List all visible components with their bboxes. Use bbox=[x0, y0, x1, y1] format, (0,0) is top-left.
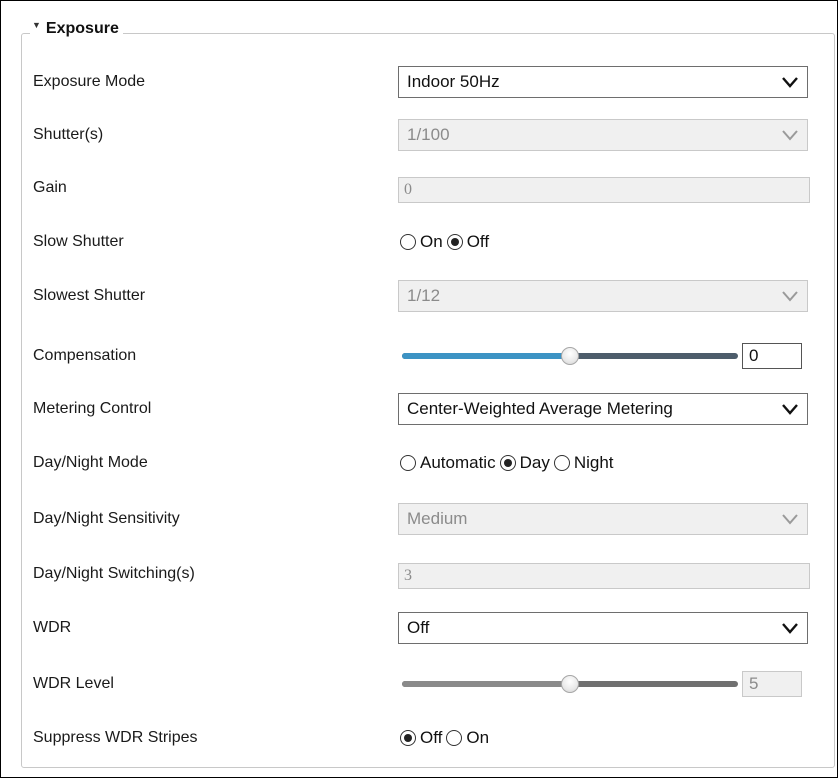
day-night-mode-radio-group: Automatic Day Night bbox=[400, 453, 618, 473]
slow-shutter-on-label[interactable]: On bbox=[420, 232, 443, 252]
compensation-slider[interactable] bbox=[402, 347, 738, 365]
wdr-level-slider-thumb[interactable] bbox=[561, 675, 579, 693]
suppress-wdr-stripes-row: Suppress WDR Stripes Off On bbox=[0, 718, 838, 758]
compensation-slider-thumb[interactable] bbox=[561, 347, 579, 365]
gain-input[interactable]: 0 bbox=[398, 177, 810, 203]
slow-shutter-radio-group: On Off bbox=[400, 232, 493, 252]
shutter-label: Shutter(s) bbox=[33, 126, 104, 143]
slow-shutter-label: Slow Shutter bbox=[33, 233, 124, 250]
slowest-shutter-row: Slowest Shutter 1/12 bbox=[0, 276, 838, 316]
compensation-slider-fill bbox=[402, 353, 570, 359]
section-title: Exposure bbox=[45, 20, 119, 37]
section-header[interactable]: ▼ Exposure bbox=[30, 20, 123, 38]
exposure-mode-label: Exposure Mode bbox=[33, 73, 146, 90]
day-night-day-label[interactable]: Day bbox=[520, 453, 550, 473]
day-night-sensitivity-select[interactable]: Medium bbox=[398, 503, 808, 535]
wdr-select[interactable]: Off bbox=[398, 612, 808, 644]
shutter-select[interactable]: 1/100 bbox=[398, 119, 808, 151]
chevron-down-icon bbox=[782, 623, 798, 634]
slow-shutter-off-label[interactable]: Off bbox=[467, 232, 489, 252]
metering-control-value: Center-Weighted Average Metering bbox=[407, 399, 673, 418]
collapse-triangle-icon[interactable]: ▼ bbox=[32, 20, 41, 30]
day-night-switching-value: 3 bbox=[404, 567, 412, 584]
compensation-input[interactable]: 0 bbox=[742, 343, 802, 369]
exposure-mode-value: Indoor 50Hz bbox=[407, 72, 500, 91]
metering-control-select[interactable]: Center-Weighted Average Metering bbox=[398, 393, 808, 425]
exposure-mode-row: Exposure Mode Indoor 50Hz bbox=[0, 62, 838, 102]
compensation-row: Compensation 0 bbox=[0, 336, 838, 376]
wdr-label: WDR bbox=[33, 619, 72, 636]
wdr-row: WDR Off bbox=[0, 608, 838, 648]
day-night-night-label[interactable]: Night bbox=[574, 453, 614, 473]
shutter-row: Shutter(s) 1/100 bbox=[0, 115, 838, 155]
exposure-mode-select[interactable]: Indoor 50Hz bbox=[398, 66, 808, 98]
day-night-night-radio[interactable] bbox=[553, 455, 570, 471]
slowest-shutter-value: 1/12 bbox=[407, 286, 441, 305]
gain-value: 0 bbox=[404, 181, 412, 198]
wdr-level-input[interactable]: 5 bbox=[742, 671, 802, 697]
gain-row: Gain 0 bbox=[0, 168, 838, 208]
suppress-wdr-on-radio[interactable] bbox=[446, 730, 463, 746]
day-night-automatic-label[interactable]: Automatic bbox=[420, 453, 496, 473]
compensation-label: Compensation bbox=[33, 347, 137, 364]
chevron-down-icon bbox=[782, 291, 798, 302]
suppress-wdr-off-radio[interactable] bbox=[400, 730, 416, 746]
chevron-down-icon bbox=[782, 404, 798, 415]
wdr-level-slider[interactable] bbox=[402, 675, 738, 693]
day-night-sensitivity-value: Medium bbox=[407, 509, 468, 528]
chevron-down-icon bbox=[782, 77, 798, 88]
suppress-wdr-stripes-label: Suppress WDR Stripes bbox=[33, 729, 198, 746]
wdr-level-value: 5 bbox=[749, 674, 759, 693]
wdr-level-slider-fill bbox=[402, 681, 570, 687]
metering-control-label: Metering Control bbox=[33, 400, 152, 417]
gain-label: Gain bbox=[33, 179, 67, 196]
suppress-wdr-off-label[interactable]: Off bbox=[420, 728, 442, 748]
slowest-shutter-select[interactable]: 1/12 bbox=[398, 280, 808, 312]
wdr-value: Off bbox=[407, 618, 430, 637]
slow-shutter-off-radio[interactable] bbox=[446, 234, 463, 250]
day-night-sensitivity-row: Day/Night Sensitivity Medium bbox=[0, 499, 838, 539]
day-night-sensitivity-label: Day/Night Sensitivity bbox=[33, 510, 180, 527]
day-night-automatic-radio[interactable] bbox=[400, 455, 416, 471]
wdr-level-row: WDR Level 5 bbox=[0, 664, 838, 704]
chevron-down-icon bbox=[782, 514, 798, 525]
slowest-shutter-label: Slowest Shutter bbox=[33, 287, 146, 304]
day-night-switching-row: Day/Night Switching(s) 3 bbox=[0, 554, 838, 594]
wdr-level-label: WDR Level bbox=[33, 675, 114, 692]
compensation-value: 0 bbox=[749, 346, 759, 365]
slow-shutter-on-radio[interactable] bbox=[400, 234, 416, 250]
day-night-switching-input[interactable]: 3 bbox=[398, 563, 810, 589]
slow-shutter-row: Slow Shutter On Off bbox=[0, 222, 838, 262]
shutter-value: 1/100 bbox=[407, 125, 450, 144]
metering-control-row: Metering Control Center-Weighted Average… bbox=[0, 389, 838, 429]
chevron-down-icon bbox=[782, 130, 798, 141]
day-night-switching-label: Day/Night Switching(s) bbox=[33, 565, 195, 582]
day-night-mode-row: Day/Night Mode Automatic Day Night bbox=[0, 443, 838, 483]
day-night-day-radio[interactable] bbox=[499, 455, 516, 471]
day-night-mode-label: Day/Night Mode bbox=[33, 454, 148, 471]
suppress-wdr-on-label[interactable]: On bbox=[466, 728, 489, 748]
suppress-wdr-stripes-radio-group: Off On bbox=[400, 728, 493, 748]
